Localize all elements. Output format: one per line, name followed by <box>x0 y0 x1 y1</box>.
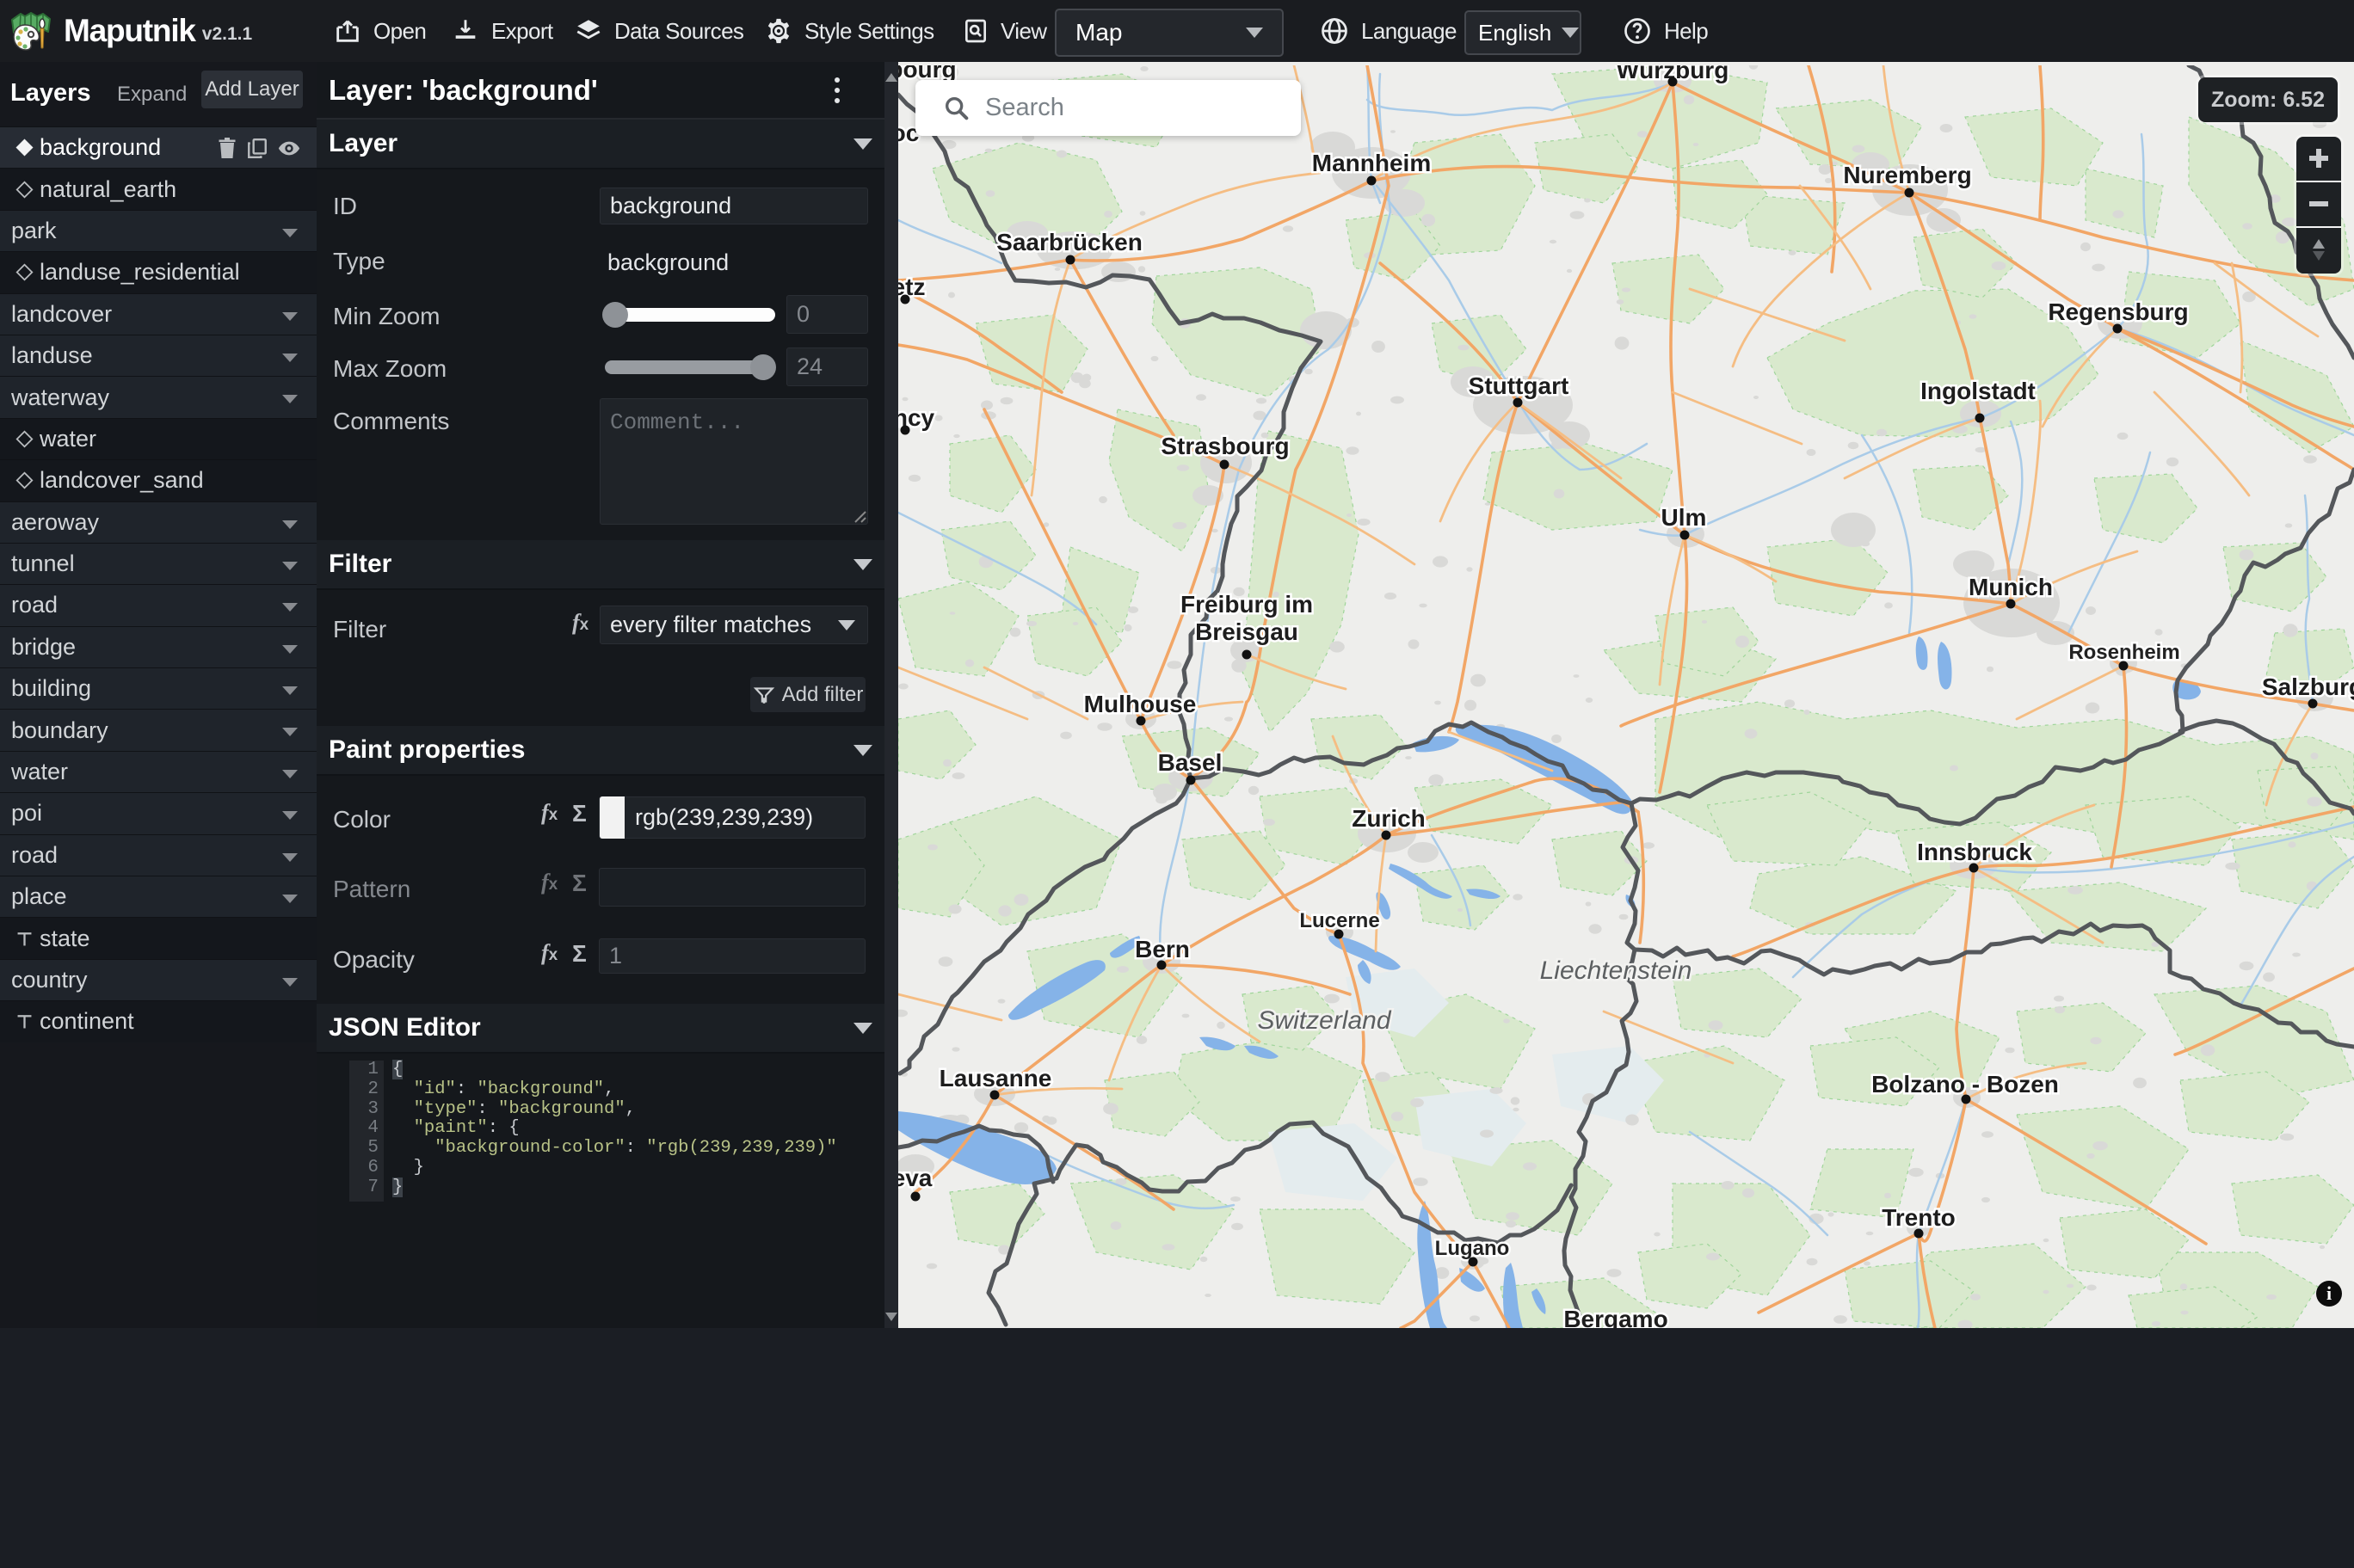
svg-text:Mulhouse: Mulhouse <box>1084 691 1197 717</box>
svg-text:Saarbrücken: Saarbrücken <box>996 229 1143 255</box>
svg-text:Ingolstadt: Ingolstadt <box>1920 378 2036 404</box>
svg-text:Zurich: Zurich <box>1352 805 1426 832</box>
svg-text:Lucerne: Lucerne <box>1299 909 1379 932</box>
svg-text:Stuttgart: Stuttgart <box>1469 372 1569 399</box>
svg-text:Freiburg im: Freiburg im <box>1180 591 1313 618</box>
svg-text:Breisgau: Breisgau <box>1195 618 1298 645</box>
svg-text:Mannheim: Mannheim <box>1312 150 1431 176</box>
svg-text:Regensburg: Regensburg <box>2048 298 2188 325</box>
svg-text:Nuremberg: Nuremberg <box>1843 162 1971 188</box>
svg-text:eva: eva <box>898 1165 933 1191</box>
svg-text:Innsbruck: Innsbruck <box>1917 839 2032 865</box>
svg-text:Strasbourg: Strasbourg <box>1161 433 1289 459</box>
svg-text:Bolzano - Bozen: Bolzano - Bozen <box>1871 1071 2059 1098</box>
svg-text:Lugano: Lugano <box>1435 1237 1510 1260</box>
svg-text:Munich: Munich <box>1969 574 2053 600</box>
svg-text:Lausanne: Lausanne <box>940 1065 1052 1091</box>
svg-text:Bern: Bern <box>1135 936 1190 962</box>
svg-text:Trento: Trento <box>1882 1204 1956 1231</box>
svg-text:Ulm: Ulm <box>1661 504 1707 531</box>
svg-text:Switzerland: Switzerland <box>1257 1006 1391 1035</box>
svg-text:Salzburg: Salzburg <box>2262 673 2354 700</box>
svg-text:Liechtenstein: Liechtenstein <box>1540 956 1692 985</box>
svg-text:Rosenheim: Rosenheim <box>2068 641 2179 664</box>
svg-text:Basel: Basel <box>1158 749 1223 776</box>
svg-text:Bergamo: Bergamo <box>1563 1306 1667 1328</box>
